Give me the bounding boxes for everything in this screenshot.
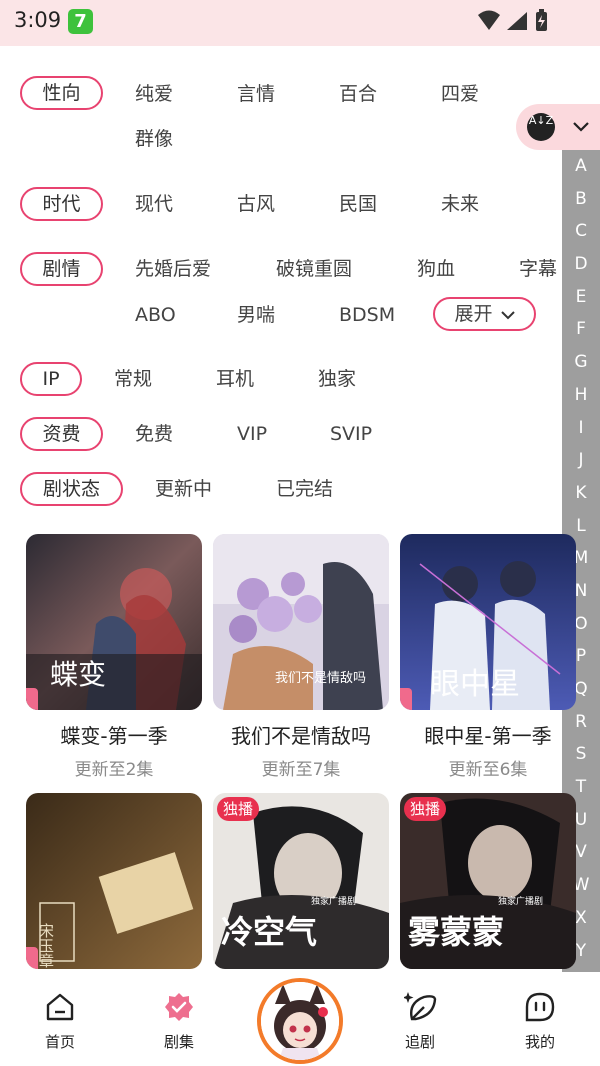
- filter-option[interactable]: 破镜重圆: [276, 254, 352, 284]
- drama-cover: 独家广播剧 雾蒙蒙 独播: [400, 793, 576, 969]
- alphabet-letter[interactable]: E: [562, 281, 600, 314]
- filter-option[interactable]: 四爱: [441, 79, 479, 109]
- follow-leaf-icon: [404, 992, 437, 1021]
- drama-card[interactable]: 眼中星 眼中星-第一季 更新至6集: [400, 534, 576, 784]
- drama-card[interactable]: 我们不是情敌吗 我们不是情敌吗 更新至7集: [213, 534, 389, 784]
- alphabet-letter[interactable]: C: [562, 215, 600, 248]
- drama-card[interactable]: 独家广播剧 雾蒙蒙 独播: [400, 793, 576, 969]
- filter-option[interactable]: 免费: [135, 419, 173, 449]
- wifi-icon: [478, 10, 500, 30]
- filter-option[interactable]: SVIP: [330, 419, 372, 449]
- drama-cover: 我们不是情敌吗: [213, 534, 389, 710]
- filter-option[interactable]: 男喘: [237, 300, 275, 330]
- filter-option[interactable]: 百合: [339, 79, 377, 109]
- filter-option[interactable]: 更新中: [155, 474, 212, 504]
- signal-icon: [507, 12, 527, 30]
- chevron-down-icon: [573, 122, 589, 132]
- filter-option[interactable]: BDSM: [339, 300, 395, 330]
- alphabet-letter[interactable]: K: [562, 477, 600, 510]
- corner-badge: [26, 688, 38, 710]
- tab-label: 我的: [524, 1033, 555, 1051]
- filter-option[interactable]: VIP: [237, 419, 267, 449]
- drama-cover: 独家广播剧 冷空气 独播: [213, 793, 389, 969]
- tab-label: 追剧: [404, 1033, 435, 1051]
- expand-button[interactable]: 展开: [433, 297, 536, 331]
- drama-title: 蝶变-第一季: [60, 724, 168, 748]
- profile-icon: [525, 992, 555, 1022]
- filter-option[interactable]: 狗血: [417, 254, 455, 284]
- filter-label-ip[interactable]: IP: [20, 362, 82, 396]
- corner-badge: [26, 947, 38, 969]
- cover-title: 雾蒙蒙: [408, 913, 504, 951]
- tab-label: 首页: [44, 1033, 75, 1051]
- fox-avatar-icon[interactable]: [257, 978, 343, 1064]
- drama-cover: 宋玉章: [26, 793, 202, 969]
- filter-label-status[interactable]: 剧状态: [20, 472, 123, 506]
- drama-episode-status: 更新至2集: [74, 760, 154, 780]
- sort-toggle-button[interactable]: A↓Z: [516, 104, 600, 150]
- alphabet-letter[interactable]: A: [562, 150, 600, 183]
- tab-drama[interactable]: 剧集: [139, 973, 219, 1063]
- drama-card[interactable]: 蝶变 蝶变-第一季 更新至2集: [26, 534, 202, 784]
- alphabet-letter[interactable]: H: [562, 379, 600, 412]
- status-bar: 3:09 7: [0, 0, 600, 46]
- filter-label-fee[interactable]: 资费: [20, 417, 103, 451]
- filter-option[interactable]: 古风: [237, 189, 275, 219]
- tab-home[interactable]: 首页: [20, 973, 100, 1063]
- filter-option[interactable]: 耳机: [216, 364, 254, 394]
- cover-subtitle: 独家广播剧: [498, 895, 543, 907]
- filter-option[interactable]: 未来: [441, 189, 479, 219]
- exclusive-badge: 独播: [404, 797, 447, 821]
- corner-badge: [400, 688, 412, 710]
- drama-episode-status: 更新至6集: [448, 760, 528, 780]
- cover-subtitle: 独家广播剧: [311, 895, 356, 907]
- filter-option[interactable]: 已完结: [276, 474, 333, 504]
- alphabet-letter[interactable]: I: [562, 412, 600, 445]
- drama-card[interactable]: 宋玉章: [26, 793, 202, 969]
- alphabet-letter[interactable]: D: [562, 248, 600, 281]
- alphabet-letter[interactable]: J: [562, 444, 600, 477]
- cover-title: 冷空气: [221, 913, 317, 951]
- az-sort-icon: A↓Z: [527, 113, 555, 141]
- drama-cover: 蝶变: [26, 534, 202, 710]
- drama-title: 眼中星-第一季: [424, 724, 552, 748]
- alphabet-letter[interactable]: G: [562, 346, 600, 379]
- svg-text:眼中星: 眼中星: [430, 667, 520, 702]
- alphabet-letter[interactable]: B: [562, 183, 600, 216]
- filter-label-era[interactable]: 时代: [20, 187, 103, 221]
- app-notification-icon: 7: [68, 9, 93, 34]
- chevron-down-icon: [500, 310, 515, 319]
- filter-option[interactable]: 常规: [114, 364, 152, 394]
- svg-text:我们不是情敌吗: 我们不是情敌吗: [275, 671, 366, 686]
- filter-option[interactable]: 现代: [135, 189, 173, 219]
- bottom-tab-bar: 首页 剧集 追剧 我的: [0, 973, 600, 1066]
- drama-episode-status: 更新至7集: [261, 760, 341, 780]
- filter-option[interactable]: 纯爱: [135, 79, 173, 109]
- filter-option[interactable]: 民国: [339, 189, 377, 219]
- home-icon: [46, 993, 74, 1021]
- filter-label-gender[interactable]: 性向: [20, 76, 103, 110]
- drama-cover: 眼中星: [400, 534, 576, 710]
- filter-option[interactable]: 群像: [135, 124, 173, 154]
- tab-profile[interactable]: 我的: [500, 973, 580, 1063]
- svg-text:蝶变: 蝶变: [50, 658, 106, 691]
- filter-option[interactable]: 先婚后爱: [135, 254, 211, 284]
- alphabet-letter[interactable]: F: [562, 313, 600, 346]
- filter-option[interactable]: ABO: [135, 300, 176, 330]
- drama-card[interactable]: 独家广播剧 冷空气 独播: [213, 793, 389, 969]
- filter-label-plot[interactable]: 剧情: [20, 252, 103, 286]
- status-time: 3:09: [14, 8, 62, 32]
- tab-label: 剧集: [163, 1033, 194, 1051]
- filter-option[interactable]: 独家: [318, 364, 356, 394]
- drama-badge-icon: [165, 993, 193, 1021]
- drama-title: 我们不是情敌吗: [231, 724, 371, 748]
- filter-option[interactable]: 字幕: [519, 254, 557, 284]
- cover-title: 宋玉章: [37, 923, 55, 968]
- filter-option[interactable]: 言情: [237, 79, 275, 109]
- tab-follow[interactable]: 追剧: [380, 973, 460, 1063]
- exclusive-badge: 独播: [217, 797, 260, 821]
- system-status-icons: [478, 9, 547, 31]
- expand-label: 展开: [454, 303, 493, 325]
